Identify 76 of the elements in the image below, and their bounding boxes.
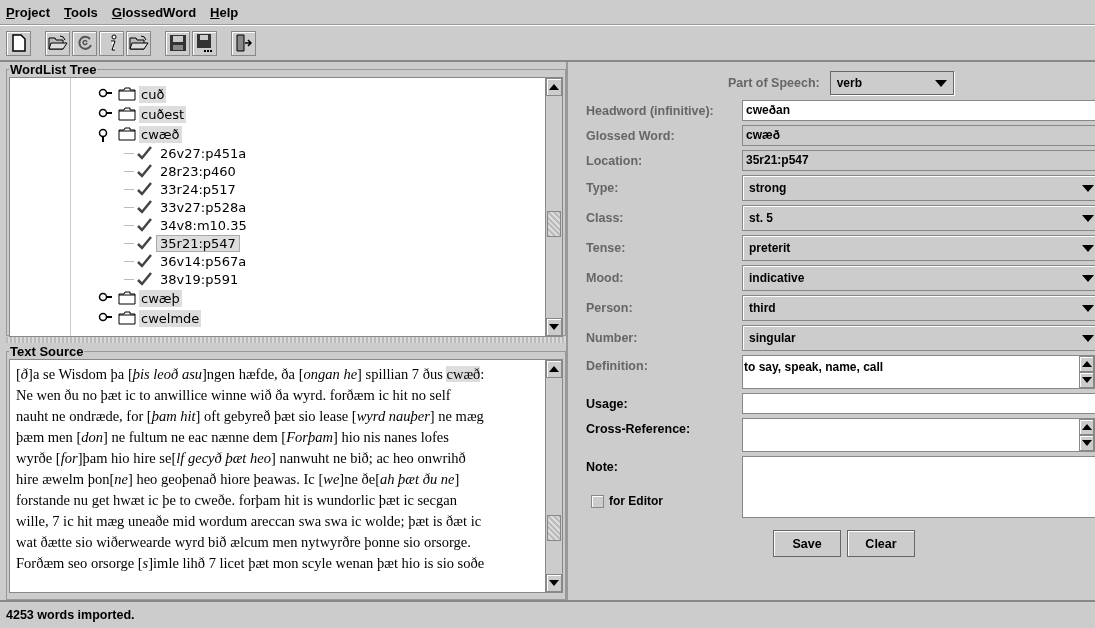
dropdown[interactable]: st. 5 bbox=[742, 205, 1095, 231]
form-button[interactable]: Save bbox=[773, 530, 841, 557]
checkmark-icon bbox=[137, 182, 153, 196]
open-folder-button[interactable] bbox=[126, 30, 151, 56]
dropdown[interactable]: third bbox=[742, 295, 1095, 321]
dropdown[interactable]: strong bbox=[742, 175, 1095, 201]
save-button[interactable] bbox=[165, 30, 190, 56]
field-label: Type: bbox=[586, 181, 620, 195]
folder-icon bbox=[118, 87, 136, 101]
checkmark-icon bbox=[137, 146, 153, 160]
tree-node[interactable]: cuðest bbox=[139, 105, 187, 123]
checkmark-icon bbox=[137, 254, 153, 268]
tree-leaf[interactable]: 34v8:m10.35 bbox=[156, 216, 251, 234]
field-label: Definition: bbox=[586, 359, 649, 373]
tree-leaf[interactable]: 36v14:p567a bbox=[156, 252, 251, 270]
tree-leaf[interactable]: 35r21:p547 bbox=[156, 234, 240, 252]
open-folder-button[interactable] bbox=[45, 30, 70, 56]
input-field[interactable] bbox=[742, 393, 1095, 414]
tree-leaf[interactable]: 28r23:p460 bbox=[156, 162, 240, 180]
panel-title: WordList Tree bbox=[9, 62, 98, 77]
part-of-speech-dropdown[interactable]: verb bbox=[829, 71, 954, 95]
exit-button[interactable] bbox=[231, 30, 256, 56]
folder-icon bbox=[118, 311, 136, 325]
source-text: [ð]a se Wisdom þa [þis leoð asu]ngen hæfde, ða [ongan he] spillian 7 ðus cwæð: Ne wen ðu no þæt ic to anwillice winne wið ða wyrd. forðæm ic hit no self nauht ne ondræde, for [þam hit] oft gebyreð þæt sio lease [wyrd nauþer] ne mæg þæm men [don] ne fultum ne eac nænne dem [Forþam] hio nis nanes lofes wyrðe [for]þam hio hire se[lf gecyð þæt heo] nanwuht ne bið; ac heo onwrihð hire æwelm þon[ne] heo geoþenað hiore þeawas. Ic [we]ne ðe[ah þæt ðu ne] forstande nu get hwæt ic þe to cweðe. forþam hit is wundorlic þæt ic secgan wille, 7 ic hit mæg uneaðe mid wordum areccan swa swa ic wolde; þæt is ðæt ic wat ðætte sio wiðerwearde wyrd bið ælcum men nytwyrðre þonne sio orsorge. Forðæm seo orsorge [s]imle lihð 7 licet þæt mon scyle wenan þæt hio is sio soðe bbox=[15, 365, 486, 573]
refresh-button[interactable] bbox=[72, 30, 97, 56]
tree-leaf[interactable]: 33v27:p528a bbox=[156, 198, 251, 216]
dropdown[interactable]: indicative bbox=[742, 265, 1095, 291]
field-label: Cross-Reference: bbox=[586, 422, 692, 436]
text-area[interactable]: to say, speak, name, call bbox=[742, 355, 1095, 389]
tree-node[interactable]: cwæð bbox=[139, 125, 182, 143]
scrollbar[interactable] bbox=[545, 78, 562, 336]
tree-leaf[interactable]: 26v27:p451a bbox=[156, 144, 251, 162]
input-field[interactable]: cweðan bbox=[742, 100, 1095, 121]
readonly-field: 35r21:p547 bbox=[742, 150, 1095, 171]
tree-leaf[interactable]: 33r24:p517 bbox=[156, 180, 240, 198]
field-label: Glossed Word: bbox=[586, 128, 676, 143]
field-label: Mood: bbox=[586, 271, 625, 285]
info-button[interactable] bbox=[99, 30, 124, 56]
for-editor-checkbox[interactable]: for Editor bbox=[586, 494, 742, 508]
field-label: Note: bbox=[586, 460, 619, 474]
tree-leaf[interactable]: 38v19:p591 bbox=[156, 270, 243, 288]
dropdown[interactable]: singular bbox=[742, 325, 1095, 351]
tree-node[interactable]: cuð bbox=[139, 85, 167, 103]
form-button[interactable]: Clear bbox=[847, 530, 915, 557]
field-label: Usage: bbox=[586, 396, 629, 411]
text-area[interactable] bbox=[742, 418, 1095, 452]
checkmark-icon bbox=[137, 200, 153, 214]
folder-icon bbox=[118, 107, 136, 121]
field-label: Tense: bbox=[586, 241, 627, 255]
refresh-icon bbox=[75, 34, 94, 52]
checkmark-icon bbox=[137, 272, 153, 286]
tree-node[interactable]: cwelmde bbox=[139, 309, 202, 327]
folder-icon bbox=[118, 291, 136, 305]
field-label: Headword (infinitive): bbox=[586, 103, 715, 118]
new-file-button[interactable] bbox=[6, 30, 31, 56]
field-label: Part of Speech: bbox=[728, 76, 820, 90]
menu-item[interactable]: Tools bbox=[64, 4, 98, 20]
menu-item[interactable]: GlossedWord bbox=[111, 4, 197, 20]
menu-item[interactable]: Help bbox=[210, 4, 239, 20]
folder-icon bbox=[118, 127, 136, 141]
field-label: Location: bbox=[586, 153, 644, 168]
readonly-field: cwæð bbox=[742, 125, 1095, 146]
field-label: Class: bbox=[586, 211, 625, 225]
menu-item[interactable]: Project bbox=[6, 4, 51, 20]
panel-title: Text Source bbox=[9, 344, 85, 359]
field-label: Person: bbox=[586, 301, 634, 315]
save-as-button[interactable] bbox=[192, 30, 217, 56]
scrollbar[interactable] bbox=[545, 360, 562, 592]
note-area[interactable] bbox=[742, 456, 1095, 518]
status-bar: 4253 words imported. bbox=[0, 600, 1095, 628]
tree-node[interactable]: cwæþ bbox=[139, 289, 182, 307]
checkmark-icon bbox=[137, 218, 153, 232]
checkmark-icon bbox=[137, 236, 153, 250]
dropdown[interactable]: preterit bbox=[742, 235, 1095, 261]
checkmark-icon bbox=[137, 164, 153, 178]
field-label: Number: bbox=[586, 331, 639, 345]
